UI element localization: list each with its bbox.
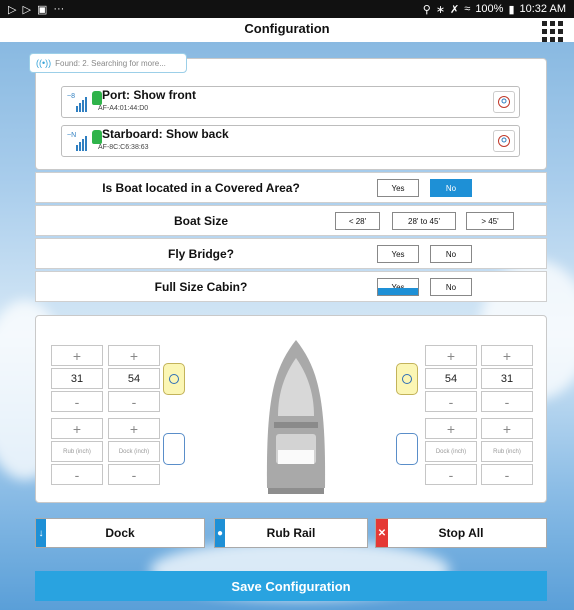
mute-icon: ✗ [450, 3, 460, 16]
stop-all-button-label: Stop All [438, 526, 484, 540]
device-name: Starboard: Show back [102, 127, 229, 141]
close-icon: ✕ [376, 519, 388, 547]
port-b-increase-button[interactable]: + [108, 345, 160, 366]
locate-icon[interactable] [493, 91, 515, 113]
port-rub-increase-button[interactable]: + [51, 418, 103, 439]
device-row-port[interactable]: ~8 Port: Show front AF-A4:01:44:D0 [61, 86, 520, 118]
port-fender-indicator[interactable] [163, 363, 185, 395]
starboard-dock-increase-button[interactable]: + [425, 418, 477, 439]
battery-icon [92, 130, 102, 144]
starboard-a-value: 54 [425, 368, 477, 389]
fly-bridge-row: Fly Bridge? Yes No [35, 238, 547, 269]
ring-icon [402, 374, 412, 384]
location-icon: ⚲ [422, 3, 431, 16]
fly-bridge-label: Fly Bridge? [167, 247, 234, 261]
boat-size-row: Boat Size < 28' 28' to 45' > 45' [35, 205, 547, 236]
svg-text:~N: ~N [67, 132, 76, 139]
starboard-rub-field[interactable]: Rub (inch) [481, 441, 533, 462]
starboard-b-increase-button[interactable]: + [481, 345, 533, 366]
image-icon: ▣ [36, 3, 48, 16]
device-name: Port: Show front [102, 88, 196, 102]
battery-icon: ▮ [508, 3, 515, 16]
cabin-no-button[interactable]: No [430, 278, 472, 296]
starboard-rub-decrease-button[interactable]: - [481, 464, 533, 485]
port-dock-field[interactable]: Dock (inch) [108, 441, 160, 462]
svg-text:~8: ~8 [67, 93, 75, 100]
starboard-a-increase-button[interactable]: + [425, 345, 477, 366]
device-row-starboard[interactable]: ~N Starboard: Show back AF-8C:C6:38:63 [61, 125, 520, 157]
clock: 10:32 AM [519, 3, 566, 15]
system-icons: ⚲ ∗ ✗ ≈ 100% ▮ 10:32 AM [423, 3, 566, 16]
cabin-yes-button[interactable]: Yes [377, 278, 419, 296]
battery-level: 100% [475, 3, 504, 15]
bluetooth-icon: ∗ [435, 3, 446, 16]
notification-icons: ▷ ▷ ▣ ··· [8, 3, 64, 16]
fly-bridge-no-button[interactable]: No [430, 245, 472, 263]
rub-rail-button[interactable]: ● Rub Rail [214, 518, 368, 548]
search-status-text: Found: 2. Searching for more... [55, 58, 166, 68]
ring-icon [169, 374, 179, 384]
starboard-rub-increase-button[interactable]: + [481, 418, 533, 439]
port-a-value: 31 [51, 368, 103, 389]
covered-area-row: Is Boat located in a Covered Area? Yes N… [35, 172, 547, 203]
cabin-label: Full Size Cabin? [154, 280, 248, 294]
cabin-row: Full Size Cabin? Yes No [35, 271, 547, 302]
port-b-value: 54 [108, 368, 160, 389]
dock-button[interactable]: ↓ Dock [35, 518, 205, 548]
arrow-down-icon: ↓ [36, 519, 46, 547]
starboard-dock-field[interactable]: Dock (inch) [425, 441, 477, 462]
port-a-increase-button[interactable]: + [51, 345, 103, 366]
play-icon: ▷ [22, 3, 31, 16]
signal-strength-icon: ~N [67, 132, 87, 151]
boat-icon [266, 340, 326, 494]
boat-size-medium-button[interactable]: 28' to 45' [392, 212, 456, 230]
device-mac: AF-8C:C6:38:63 [98, 144, 149, 151]
boat-size-label: Boat Size [173, 214, 228, 228]
radio-signal-icon: ((•)) [36, 58, 52, 68]
page-title: Configuration [0, 18, 574, 42]
dock-button-label: Dock [105, 526, 135, 540]
locate-icon[interactable] [493, 130, 515, 152]
stop-all-button[interactable]: ✕ Stop All [375, 518, 547, 548]
port-rub-decrease-button[interactable]: - [51, 464, 103, 485]
signal-strength-icon: ~8 [67, 93, 87, 112]
port-rub-indicator[interactable] [163, 433, 185, 465]
port-b-decrease-button[interactable]: - [108, 391, 160, 412]
starboard-b-decrease-button[interactable]: - [481, 391, 533, 412]
wifi-icon: ≈ [464, 3, 471, 15]
search-status: ((•)) Found: 2. Searching for more... [29, 53, 187, 73]
save-configuration-button[interactable]: Save Configuration [35, 571, 547, 601]
device-mac: AF-A4:01:44:D0 [98, 105, 149, 112]
rub-rail-button-label: Rub Rail [266, 526, 316, 540]
covered-yes-button[interactable]: Yes [377, 179, 419, 197]
status-bar: ▷ ▷ ▣ ··· ⚲ ∗ ✗ ≈ 100% ▮ 10:32 AM [0, 0, 574, 18]
covered-no-button[interactable]: No [430, 179, 472, 197]
starboard-fender-indicator[interactable] [396, 363, 418, 395]
play-icon: ▷ [8, 3, 17, 16]
fly-bridge-yes-button[interactable]: Yes [377, 245, 419, 263]
starboard-a-decrease-button[interactable]: - [425, 391, 477, 412]
boat-size-large-button[interactable]: > 45' [466, 212, 514, 230]
port-dock-increase-button[interactable]: + [108, 418, 160, 439]
port-rub-field[interactable]: Rub (inch) [51, 441, 103, 462]
port-dock-decrease-button[interactable]: - [108, 464, 160, 485]
boat-size-small-button[interactable]: < 28' [335, 212, 380, 230]
grid-menu-icon[interactable] [540, 20, 564, 42]
battery-icon [92, 91, 102, 105]
starboard-dock-decrease-button[interactable]: - [425, 464, 477, 485]
starboard-b-value: 31 [481, 368, 533, 389]
fender-icon: ● [215, 519, 225, 547]
covered-area-label: Is Boat located in a Covered Area? [102, 181, 300, 195]
starboard-dock-indicator[interactable] [396, 433, 418, 465]
more-icon: ··· [53, 3, 65, 15]
port-a-decrease-button[interactable]: - [51, 391, 103, 412]
